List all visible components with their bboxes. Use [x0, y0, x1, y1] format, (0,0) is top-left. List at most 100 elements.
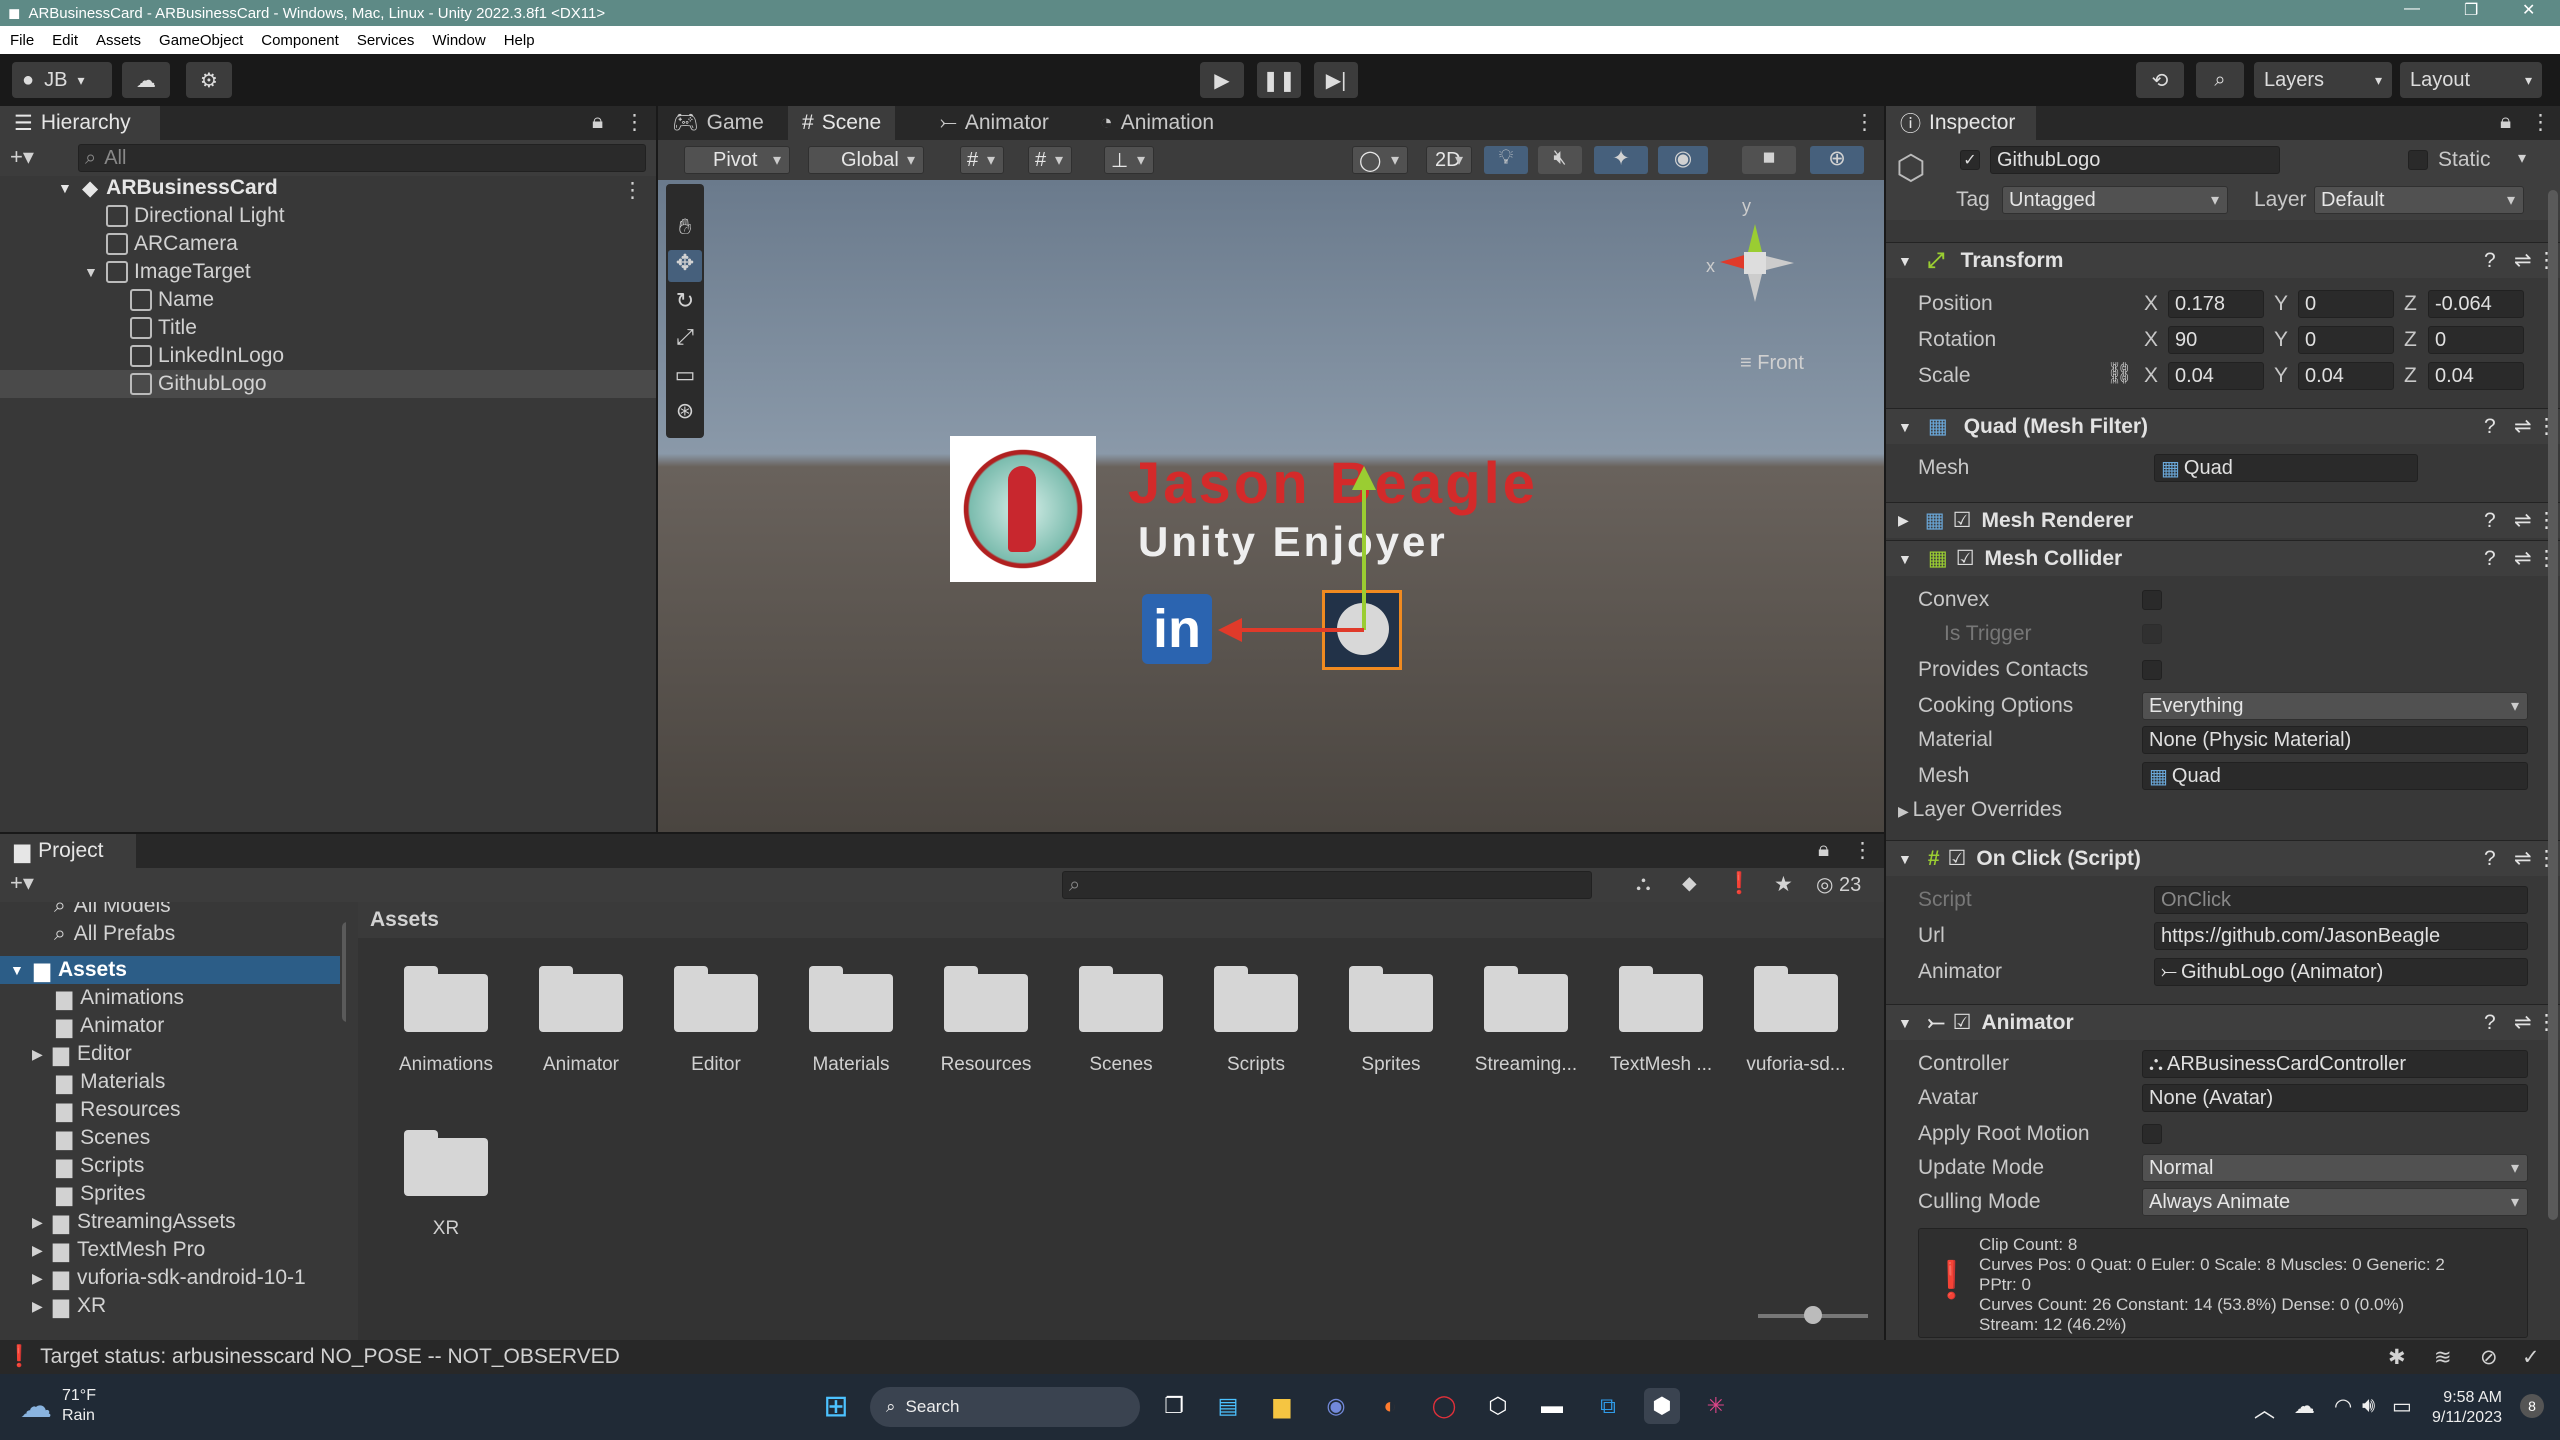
active-checkbox[interactable]: ✓: [1960, 150, 1980, 170]
bug-icon[interactable]: ✱: [2388, 1345, 2406, 1370]
rotate-tool-icon[interactable]: ↻: [668, 288, 702, 320]
mesh-filter-header[interactable]: ▼ ▦ Quad (Mesh Filter) ? ⇌ ⋮: [1886, 408, 2560, 444]
global-dropdown[interactable]: Global: [808, 146, 924, 174]
scale-x-input[interactable]: 0.04: [2168, 362, 2264, 390]
menu-window[interactable]: Window: [432, 32, 485, 49]
enabled-checkbox-icon[interactable]: ☑: [1953, 1010, 1972, 1035]
project-search-input[interactable]: ⌕: [1062, 871, 1592, 899]
effects-toggle[interactable]: ✦: [1594, 146, 1648, 174]
hierarchy-item[interactable]: ARCamera: [0, 230, 238, 258]
notification-badge[interactable]: 8: [2520, 1394, 2544, 1418]
ruler-button[interactable]: ⊥: [1104, 146, 1154, 174]
folder-icon[interactable]: [944, 962, 1028, 1032]
collab-button[interactable]: ⚙: [186, 62, 232, 98]
onclick-header[interactable]: ▼ # ☑ On Click (Script) ? ⇌ ⋮: [1886, 840, 2560, 876]
volume-icon[interactable]: 🔊︎: [2362, 1394, 2375, 1418]
tree-item[interactable]: ▆ Materials: [0, 1068, 165, 1096]
rotation-x-input[interactable]: 90: [2168, 326, 2264, 354]
pivot-dropdown[interactable]: Pivot: [684, 146, 790, 174]
folder-icon[interactable]: [1484, 962, 1568, 1032]
menu-component[interactable]: Component: [261, 32, 339, 49]
folder-icon[interactable]: [404, 962, 488, 1032]
menu-services[interactable]: Services: [357, 32, 415, 49]
help-icon[interactable]: ?: [2484, 847, 2496, 871]
hidden-packages-toggle[interactable]: ◎ 23: [1816, 872, 1861, 897]
lock-icon[interactable]: 🔒︎: [1818, 838, 1829, 862]
layer-dropdown[interactable]: Default: [2314, 186, 2524, 214]
more-icon[interactable]: ⋮: [1854, 110, 1875, 135]
tag-dropdown[interactable]: Untagged: [2002, 186, 2228, 214]
tab-scene[interactable]: # Scene: [788, 106, 896, 140]
hierarchy-item[interactable]: Name: [0, 286, 214, 314]
object-name-input[interactable]: GithubLogo: [1990, 146, 2280, 174]
chevron-down-icon[interactable]: ▾: [2518, 148, 2526, 168]
hierarchy-search-input[interactable]: ⌕ All: [78, 144, 646, 172]
close-button[interactable]: ✕: [2522, 0, 2535, 20]
position-y-input[interactable]: 0: [2298, 290, 2394, 318]
tree-item[interactable]: ⌕ All Models: [0, 902, 171, 920]
play-button[interactable]: ▶: [1200, 62, 1244, 98]
layout-dropdown[interactable]: Layout ▾: [2400, 62, 2542, 98]
hierarchy-item[interactable]: ▼ ImageTarget: [0, 258, 251, 286]
animator-field[interactable]: ⤚ GithubLogo (Animator): [2154, 958, 2528, 986]
transform-header[interactable]: ▼ ⤢ Transform ? ⇌ ⋮: [1886, 242, 2560, 278]
windows-start-icon[interactable]: ⊞: [818, 1388, 854, 1424]
animator-header[interactable]: ▼ ⤚ ☑ Animator ? ⇌ ⋮: [1886, 1004, 2560, 1040]
scale-z-input[interactable]: 0.04: [2428, 362, 2524, 390]
convex-checkbox[interactable]: [2142, 590, 2162, 610]
menu-file[interactable]: File: [10, 32, 34, 49]
shading-mode-dropdown[interactable]: ◯: [1352, 146, 1408, 174]
presets-icon[interactable]: ⇌: [2514, 546, 2532, 571]
star-icon[interactable]: ★: [1774, 872, 1793, 897]
orientation-gizmo[interactable]: y x: [1706, 196, 1828, 316]
card-title-text[interactable]: Unity Enjoyer: [1138, 518, 1448, 566]
hierarchy-root[interactable]: ▼ ◆ ARBusinessCard: [0, 174, 656, 202]
lock-icon[interactable]: 🔒︎: [592, 110, 603, 134]
tab-animation[interactable]: ◔ Animation: [1086, 106, 1228, 140]
help-icon[interactable]: ?: [2484, 415, 2496, 439]
scale-y-input[interactable]: 0.04: [2298, 362, 2394, 390]
add-icon[interactable]: +▾: [10, 870, 34, 896]
tree-item[interactable]: ▆ Animations: [0, 984, 184, 1012]
static-checkbox[interactable]: [2408, 150, 2428, 170]
onedrive-icon[interactable]: ☁: [2294, 1394, 2315, 1419]
task-view-icon[interactable]: ❐: [1156, 1388, 1192, 1424]
firefox-icon[interactable]: ◐: [1372, 1388, 1408, 1424]
apply-root-motion-checkbox[interactable]: [2142, 1124, 2162, 1144]
grid-snap-button[interactable]: #: [960, 146, 1004, 174]
hierarchy-item-selected[interactable]: GithubLogo: [0, 370, 656, 398]
vscode-icon[interactable]: ⧉: [1590, 1388, 1626, 1424]
more-icon[interactable]: ⋮: [624, 110, 645, 135]
tree-item[interactable]: ▆ Resources: [0, 1096, 181, 1124]
update-mode-dropdown[interactable]: Normal: [2142, 1154, 2528, 1182]
gizmo-x-arrow[interactable]: [1218, 618, 1242, 642]
tree-scrollbar[interactable]: [342, 922, 346, 1022]
alert-icon[interactable]: ❗: [1726, 872, 1752, 896]
audio-toggle[interactable]: 🔇︎: [1538, 146, 1582, 174]
filter-type-icon[interactable]: ⛬: [1636, 872, 1651, 896]
tree-item[interactable]: ▶ ▆ vuforia-sdk-android-10-1: [0, 1264, 306, 1292]
notepad-icon[interactable]: ▤: [1210, 1388, 1246, 1424]
chevron-up-icon[interactable]: ︿: [2254, 1394, 2275, 1424]
tab-hierarchy[interactable]: ☰ Hierarchy: [0, 106, 160, 140]
hierarchy-item[interactable]: Title: [0, 314, 197, 342]
move-tool-icon[interactable]: ✥: [668, 250, 702, 282]
taskbar-search[interactable]: ⌕ Search: [870, 1387, 1140, 1427]
provides-contacts-checkbox[interactable]: [2142, 660, 2162, 680]
presets-icon[interactable]: ⇌: [2514, 1010, 2532, 1035]
enabled-checkbox-icon[interactable]: ☑: [1948, 846, 1967, 871]
position-x-input[interactable]: 0.178: [2168, 290, 2264, 318]
mesh-renderer-header[interactable]: ▶ ▦ ☑ Mesh Renderer ? ⇌ ⋮: [1886, 502, 2560, 538]
controller-field[interactable]: ⛬ ARBusinessCardController: [2142, 1050, 2528, 1078]
gizmos-dropdown[interactable]: ⊕: [1810, 146, 1864, 174]
enabled-checkbox-icon[interactable]: ☑: [1956, 546, 1975, 571]
tree-item[interactable]: ▶ ▆ XR: [0, 1292, 106, 1320]
tree-item[interactable]: ▶ ▆ Editor: [0, 1040, 132, 1068]
view-label[interactable]: ≡ Front: [1740, 352, 1804, 375]
minimize-button[interactable]: —: [2404, 0, 2420, 18]
linkedin-logo[interactable]: in: [1142, 594, 1212, 664]
mesh-collider-header[interactable]: ▼ ▦ ☑ Mesh Collider ? ⇌ ⋮: [1886, 540, 2560, 576]
camera-dropdown[interactable]: ■: [1742, 146, 1796, 174]
snap-increment-button[interactable]: #: [1028, 146, 1072, 174]
tab-project[interactable]: ▆ Project: [0, 834, 136, 868]
